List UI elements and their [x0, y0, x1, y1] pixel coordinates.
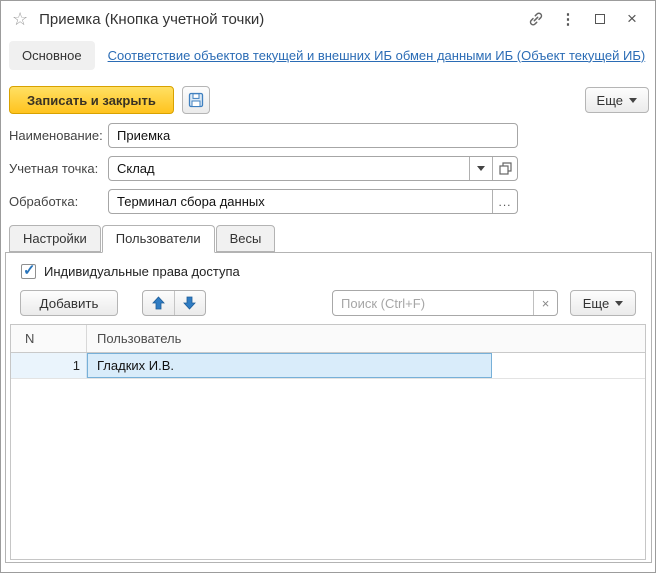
- nav-tab-main[interactable]: Основное: [9, 41, 95, 70]
- form-window: ☆ Приемка (Кнопка учетной точки) ⋮ × Осн…: [0, 0, 656, 573]
- point-value: Склад: [109, 161, 469, 176]
- row-empty-area: [492, 353, 645, 378]
- checkbox-label: Индивидуальные права доступа: [44, 264, 240, 279]
- point-open-button[interactable]: [492, 157, 517, 180]
- more-actions-label: Еще: [597, 93, 623, 108]
- chevron-down-icon: [615, 301, 623, 306]
- users-table: N Пользователь 1 Гладких И.В.: [10, 324, 646, 560]
- reorder-buttons: [142, 290, 206, 316]
- navigation-bar: Основное Соответствие объектов текущей и…: [9, 39, 647, 71]
- arrow-up-icon: [152, 296, 165, 310]
- add-user-button[interactable]: Добавить: [20, 290, 118, 316]
- tab-strip: Настройки Пользователи Весы: [9, 225, 276, 252]
- name-input[interactable]: Приемка: [108, 123, 518, 148]
- table-header: N Пользователь: [11, 325, 645, 353]
- column-header-n[interactable]: N: [11, 325, 87, 352]
- titlebar-icons: ⋮ ×: [524, 7, 644, 31]
- save-and-close-button[interactable]: Записать и закрыть: [9, 86, 174, 114]
- name-label: Наименование:: [9, 128, 108, 143]
- name-value: Приемка: [109, 128, 517, 143]
- open-in-window-icon: [499, 162, 512, 175]
- point-dropdown-button[interactable]: [469, 157, 492, 180]
- favorite-star-icon[interactable]: ☆: [12, 10, 28, 28]
- maximize-glyph: [595, 14, 605, 24]
- processor-label: Обработка:: [9, 194, 108, 209]
- processor-value: Терминал сбора данных: [109, 194, 492, 209]
- processor-choose-button[interactable]: ...: [492, 190, 517, 213]
- table-row[interactable]: 1 Гладких И.В.: [11, 353, 645, 379]
- command-bar: Записать и закрыть Еще: [9, 85, 649, 115]
- more-menu-icon[interactable]: ⋮: [556, 7, 580, 31]
- column-header-user[interactable]: Пользователь: [87, 325, 645, 352]
- close-icon[interactable]: ×: [620, 7, 644, 31]
- move-down-button[interactable]: [175, 291, 206, 315]
- processor-picker[interactable]: Терминал сбора данных ...: [108, 189, 518, 214]
- tab-scales[interactable]: Весы: [216, 225, 276, 252]
- search-input[interactable]: [333, 296, 533, 311]
- search-box: ×: [332, 290, 558, 316]
- save-button[interactable]: [182, 86, 210, 114]
- arrow-down-icon: [183, 296, 196, 310]
- table-more-button[interactable]: Еще: [570, 290, 636, 316]
- tab-users[interactable]: Пользователи: [102, 225, 215, 253]
- ellipsis-icon: ...: [498, 198, 511, 206]
- window-title: Приемка (Кнопка учетной точки): [39, 11, 264, 28]
- titlebar: ☆ Приемка (Кнопка учетной точки) ⋮ ×: [1, 1, 655, 37]
- point-combobox[interactable]: Склад: [108, 156, 518, 181]
- point-label: Учетная точка:: [9, 161, 108, 176]
- get-link-icon[interactable]: [524, 7, 548, 31]
- user-cell-selected[interactable]: Гладких И.В.: [87, 353, 492, 378]
- more-actions-button[interactable]: Еще: [585, 87, 649, 113]
- clear-search-icon[interactable]: ×: [533, 291, 557, 315]
- table-more-label: Еще: [583, 296, 609, 311]
- move-up-button[interactable]: [143, 291, 175, 315]
- checkbox-box[interactable]: ✓: [21, 264, 36, 279]
- nav-link-correspondence[interactable]: Соответствие объектов текущей и внешних …: [108, 48, 646, 63]
- maximize-icon[interactable]: [588, 7, 612, 31]
- users-toolbar: Добавить × Еще: [20, 290, 637, 316]
- tab-settings[interactable]: Настройки: [9, 225, 101, 252]
- point-field-row: Учетная точка: Склад: [9, 156, 651, 181]
- processor-field-row: Обработка: Терминал сбора данных ...: [9, 189, 651, 214]
- chevron-down-icon: [477, 166, 485, 171]
- row-number-cell[interactable]: 1: [11, 353, 87, 378]
- check-icon: ✓: [23, 261, 36, 279]
- users-tab-panel: ✓ Индивидуальные права доступа Добавить: [5, 252, 652, 563]
- chevron-down-icon: [629, 98, 637, 103]
- floppy-icon: [188, 92, 204, 108]
- individual-rights-checkbox[interactable]: ✓ Индивидуальные права доступа: [21, 264, 240, 279]
- name-field-row: Наименование: Приемка: [9, 123, 651, 148]
